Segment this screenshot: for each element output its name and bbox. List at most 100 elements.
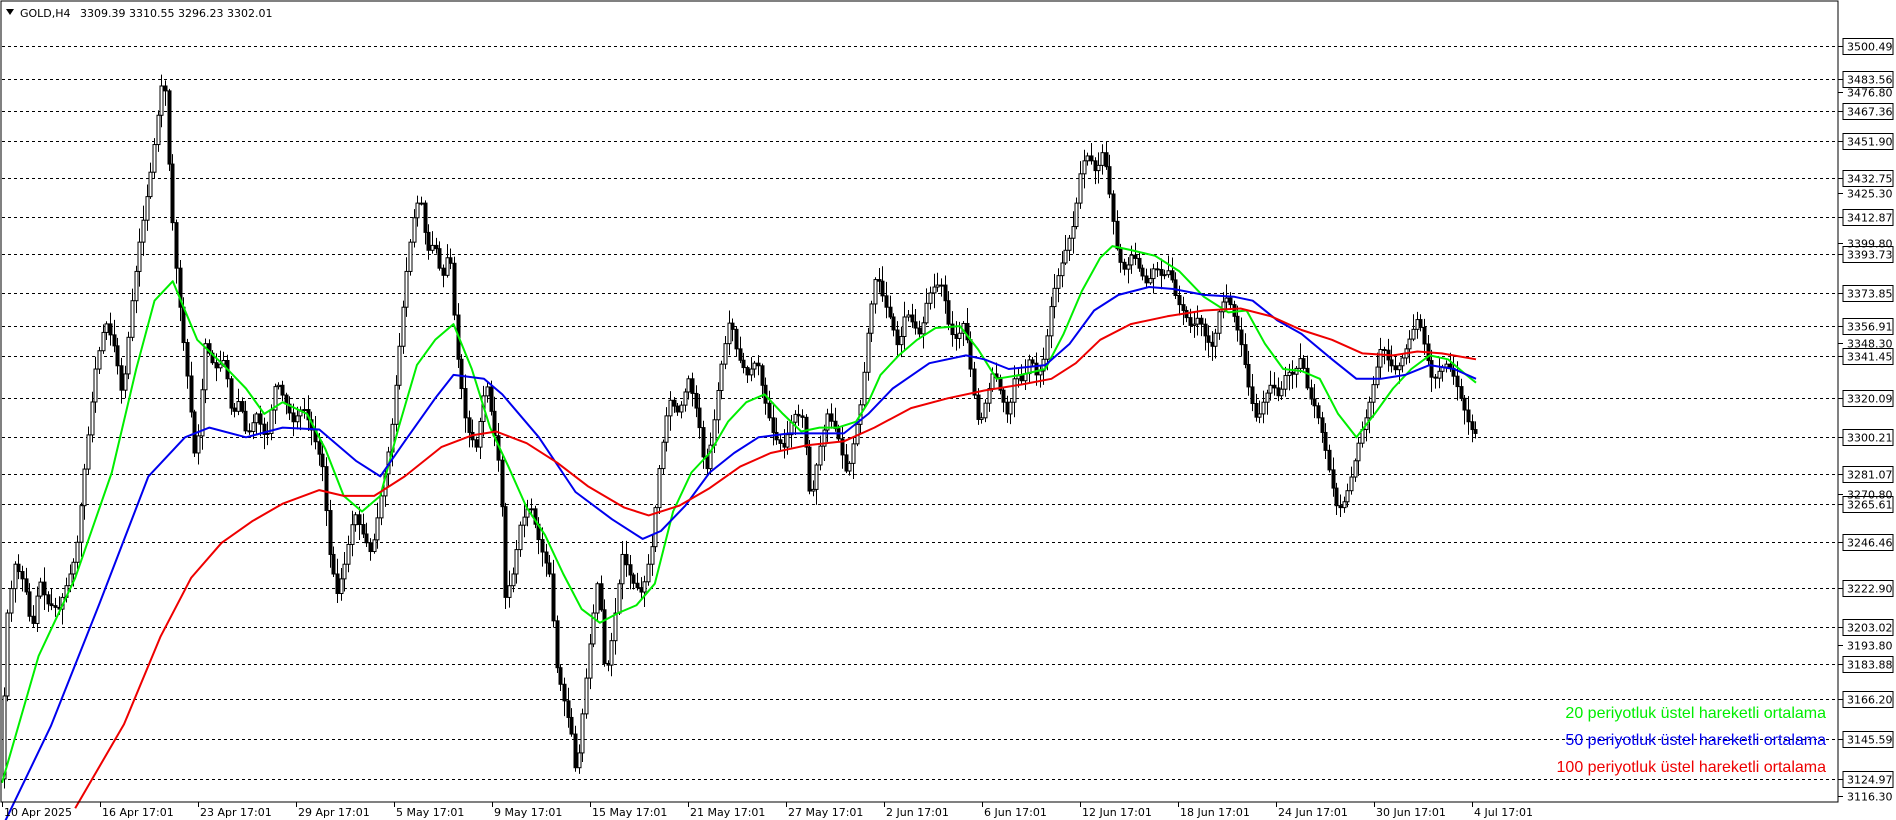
candle-body [368,542,373,553]
x-tick-label: 9 May 17:01 [494,806,562,819]
candle-body [141,219,146,243]
candle-body [573,733,578,769]
candle-body [196,435,201,454]
candle-body [148,171,153,198]
candle-body [675,405,680,413]
candle-body [1301,358,1306,369]
candle-body [1375,366,1380,386]
candle-body [1060,262,1065,277]
symbol-label: GOLD,H4 [20,7,71,20]
candle-body [1393,365,1398,371]
candle-body [397,345,402,386]
candle-body [181,306,186,344]
x-tick-label: 29 Apr 17:01 [298,806,370,819]
x-tick-label: 2 Jun 17:01 [886,806,949,819]
candle-body [156,114,161,146]
candle-body [1378,349,1383,368]
price-chart[interactable]: 3500.49 3483.56 3467.36 3451.90 3432.75 3412.… [0,0,1896,820]
candle-body [1283,375,1288,390]
candle-body [807,446,812,492]
candle-body [818,445,823,466]
candle-body [214,362,219,369]
candle-body [174,222,179,269]
candle-body [767,402,772,419]
candle-body [86,434,91,470]
candle-body [295,415,300,423]
candle-body [847,462,852,472]
candle-body [1279,388,1284,397]
candle-body [800,415,805,418]
candle-body [291,412,296,423]
candle-body [1155,268,1160,271]
candle-body [613,612,618,642]
x-tick-label: 23 Apr 17:01 [200,806,272,819]
candle-body [555,620,560,669]
candle-body [1320,417,1325,433]
candle-body [584,677,589,715]
candle-body [628,564,633,576]
candle-body [932,286,937,294]
candle-body [869,303,874,334]
candle-body [408,241,413,272]
candle-body [1049,306,1054,337]
candle-body [745,367,750,376]
candle-body [518,524,523,551]
x-tick-label: 18 Jun 17:01 [1180,806,1250,819]
candle-body [771,417,776,433]
candle-body [683,391,688,406]
candle-body [1243,344,1248,365]
candle-body [866,332,871,373]
candle-body [1199,317,1204,325]
candle-body [379,495,384,519]
candle-body [1407,338,1412,350]
candle-body [741,359,746,369]
candle-body [1038,370,1043,376]
y-tick-label: 3348.30 [1847,338,1893,351]
candle-body [320,453,325,468]
candle-body [423,202,428,233]
y-tick-label: 3500.49 [1847,41,1893,54]
candle-body [1195,317,1200,325]
candle-body [1312,398,1317,407]
candle-body [1030,359,1035,364]
candle-body [924,302,929,324]
candle-body [928,292,933,304]
candle-body [1140,267,1145,277]
candle-body [1316,405,1321,419]
candle-body [1246,363,1251,388]
candle-body [888,306,893,318]
candle-body [595,583,600,614]
candle-body [254,413,259,424]
y-tick-label: 3432.75 [1847,173,1893,186]
candle-body [884,295,889,308]
candle-body [778,439,783,444]
y-tick-label: 3281.07 [1847,469,1893,482]
candle-body [1104,152,1109,168]
candle-body [46,594,51,605]
candle-body [5,612,10,697]
candle-body [906,314,911,318]
candle-body [723,343,728,365]
candle-body [990,373,995,390]
candle-body [1217,311,1222,334]
candle-body [1177,295,1182,306]
candle-body [829,413,834,422]
candle-body [566,700,571,718]
candle-body [547,562,552,575]
candle-body [957,332,962,339]
candle-body [558,667,563,685]
y-tick-label: 3483.56 [1847,74,1893,87]
candle-body [328,510,333,555]
y-tick-label: 3246.46 [1847,537,1893,550]
candle-body [1309,387,1314,400]
candle-body [357,514,362,526]
candle-body [635,582,640,589]
legend-ema-100: 100 periyotluk üstel hareketli ortalama [1557,759,1827,776]
candle-body [873,279,878,305]
candle-body [1052,287,1057,308]
candle-body [1353,460,1358,478]
candle-body [617,583,622,614]
x-tick-label: 6 Jun 17:01 [984,806,1047,819]
candle-body [331,553,336,575]
candle-body [902,316,907,337]
